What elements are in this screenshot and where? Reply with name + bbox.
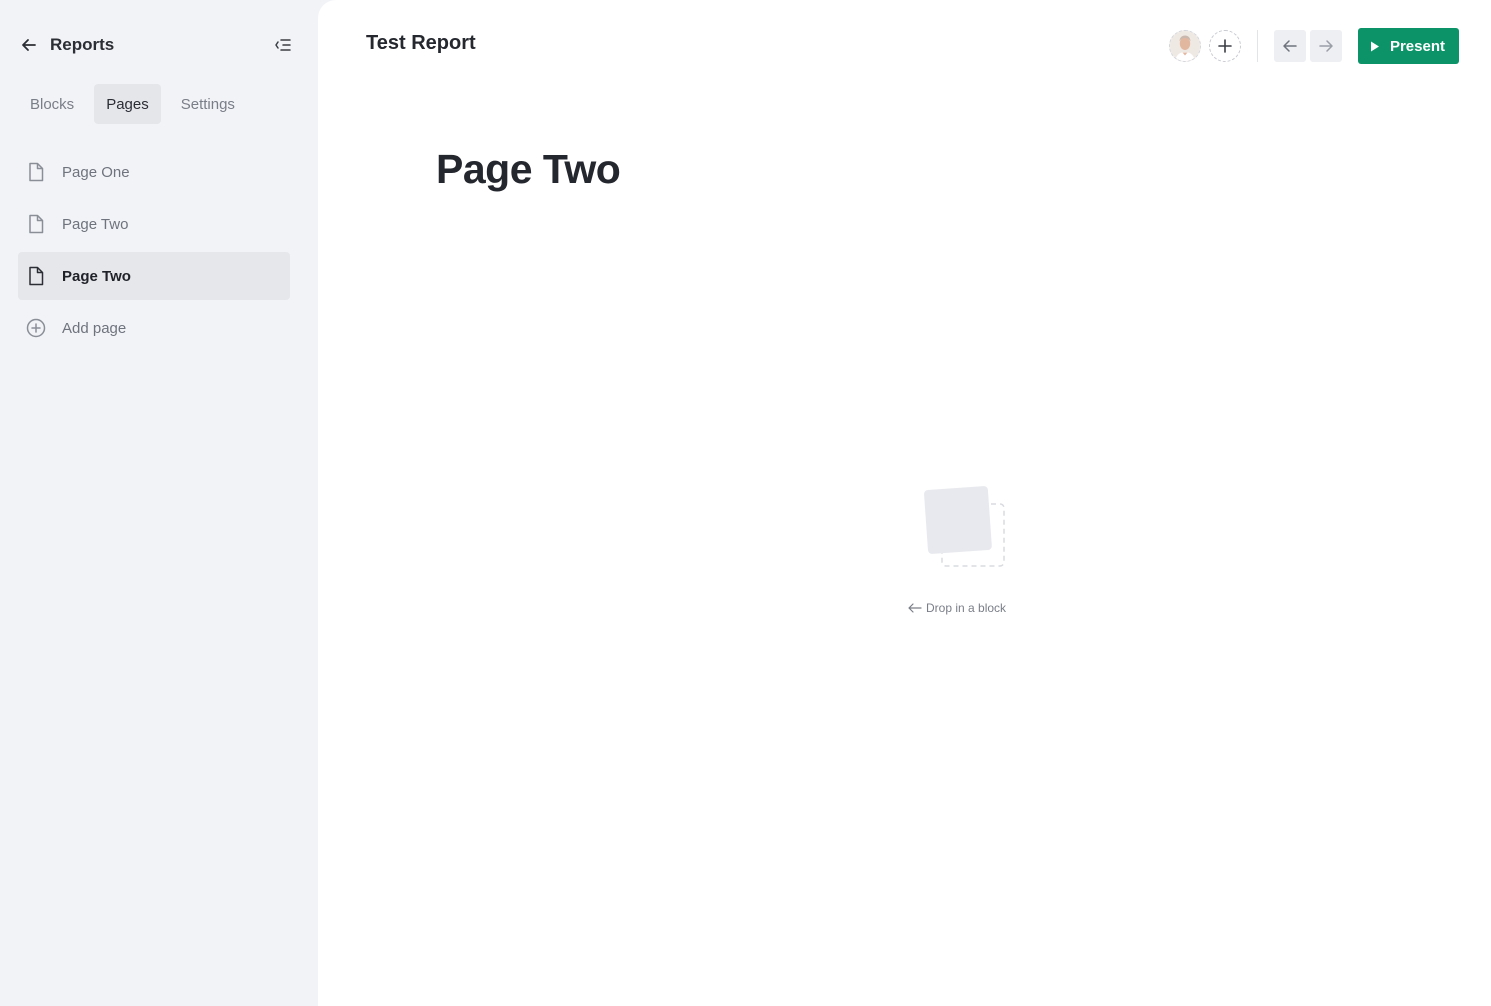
add-page-button[interactable]: Add page [18,304,290,352]
tab-pages[interactable]: Pages [94,84,161,124]
add-page-label: Add page [62,319,127,337]
back-button[interactable] [18,34,40,56]
sidebar-tabs: Blocks Pages Settings [18,84,247,124]
add-collaborator-button[interactable] [1208,30,1241,62]
arrow-left-icon [1283,40,1297,52]
page-item-page-one[interactable]: Page One [18,148,290,196]
play-icon [1370,41,1380,52]
toolbar-divider [1256,30,1258,62]
collapse-sidebar-button[interactable] [272,34,294,56]
report-title[interactable]: Test Report [366,32,476,55]
drop-zone[interactable] [910,484,1010,574]
collapse-menu-icon [275,39,291,51]
sidebar: Reports Blocks Pages Settings Page One P… [0,0,318,1006]
page-item-page-two[interactable]: Page Two [18,200,290,248]
document-icon [26,214,46,234]
sidebar-title: Reports [50,35,115,54]
plus-circle-icon [26,318,46,338]
toolbar: Present [1168,28,1459,64]
arrow-right-icon [1319,40,1333,52]
page-item-label: Page One [62,163,130,181]
drop-hint: Drop in a block [908,601,1006,615]
page-item-label: Page Two [62,215,129,233]
avatar[interactable] [1168,30,1201,62]
present-label: Present [1389,37,1445,55]
page-item-label: Page Two [62,267,131,285]
app-root: Reports Blocks Pages Settings Page One P… [0,0,1491,1006]
document-icon [26,266,46,286]
next-page-button[interactable] [1309,30,1342,62]
arrow-left-icon [908,603,922,613]
page-heading[interactable]: Page Two [436,146,621,193]
plus-icon [1218,39,1232,53]
empty-block-illustration-icon [924,486,1005,567]
arrow-left-icon [22,39,36,51]
tab-blocks[interactable]: Blocks [18,84,86,124]
sidebar-header: Reports [18,30,294,60]
main-canvas: Test Report Present Page Two Drop in a b… [318,0,1491,1006]
present-button[interactable]: Present [1357,28,1459,64]
page-item-page-two-active[interactable]: Page Two [18,252,290,300]
page-list: Page One Page Two Page Two Add page [18,148,290,356]
document-icon [26,162,46,182]
previous-page-button[interactable] [1273,30,1306,62]
drop-hint-label: Drop in a block [926,601,1007,615]
tab-settings[interactable]: Settings [169,84,247,124]
user-photo-icon [1169,31,1200,61]
